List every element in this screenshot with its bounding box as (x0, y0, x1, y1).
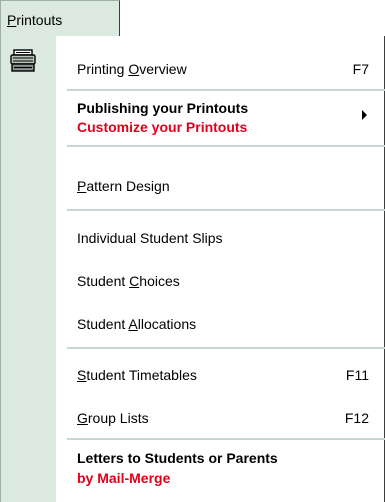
menu-item-student-allocations[interactable]: Student Allocations (77, 316, 369, 333)
icon-gutter (1, 36, 56, 502)
menu-item-student-choices[interactable]: Student Choices (77, 273, 369, 290)
printing-overview-shortcut: F7 (352, 61, 369, 77)
separator (67, 145, 385, 147)
student-choices-label: Student Choices (77, 273, 180, 289)
menu-item-student-timetables[interactable]: Student Timetables F11 (77, 367, 369, 384)
student-timetables-label: Student Timetables (77, 367, 197, 383)
letters-label: Letters to Students or Parents (77, 450, 278, 466)
separator (67, 89, 385, 91)
group-lists-shortcut: F12 (344, 410, 369, 426)
printouts-menu-screen: Printouts Printing Overview F7 Publishin… (0, 0, 385, 502)
publishing-label: Publishing your Printouts (77, 100, 249, 116)
separator (67, 438, 385, 440)
separator (67, 209, 385, 211)
menu-item-group-lists[interactable]: Group Lists F12 (77, 410, 369, 427)
student-timetables-shortcut: F11 (345, 367, 369, 383)
menu-item-letters-mail-merge[interactable]: Letters to Students or Parents by Mail-M… (77, 450, 369, 488)
menu-title-label: Printouts (7, 12, 63, 28)
publishing-sublabel: Customize your Printouts (77, 119, 248, 135)
pattern-design-label: Pattern Design (77, 178, 170, 194)
individual-slips-label: Individual Student Slips (77, 230, 223, 246)
printing-overview-label: Printing Overview (77, 61, 187, 77)
student-allocations-label: Student Allocations (77, 316, 197, 332)
menu-item-individual-student-slips[interactable]: Individual Student Slips (77, 230, 369, 247)
separator (67, 347, 385, 349)
group-lists-label: Group Lists (77, 410, 149, 426)
menu-item-publishing-printouts[interactable]: Publishing your Printouts Customize your… (77, 100, 369, 136)
menu-title-printouts[interactable]: Printouts (0, 0, 120, 37)
letters-sublabel: by Mail-Merge (77, 470, 171, 486)
menu-item-printing-overview[interactable]: Printing Overview F7 (77, 61, 369, 78)
menu-item-pattern-design[interactable]: Pattern Design (77, 178, 369, 195)
submenu-arrow-icon (362, 110, 367, 120)
printer-icon (10, 49, 36, 72)
